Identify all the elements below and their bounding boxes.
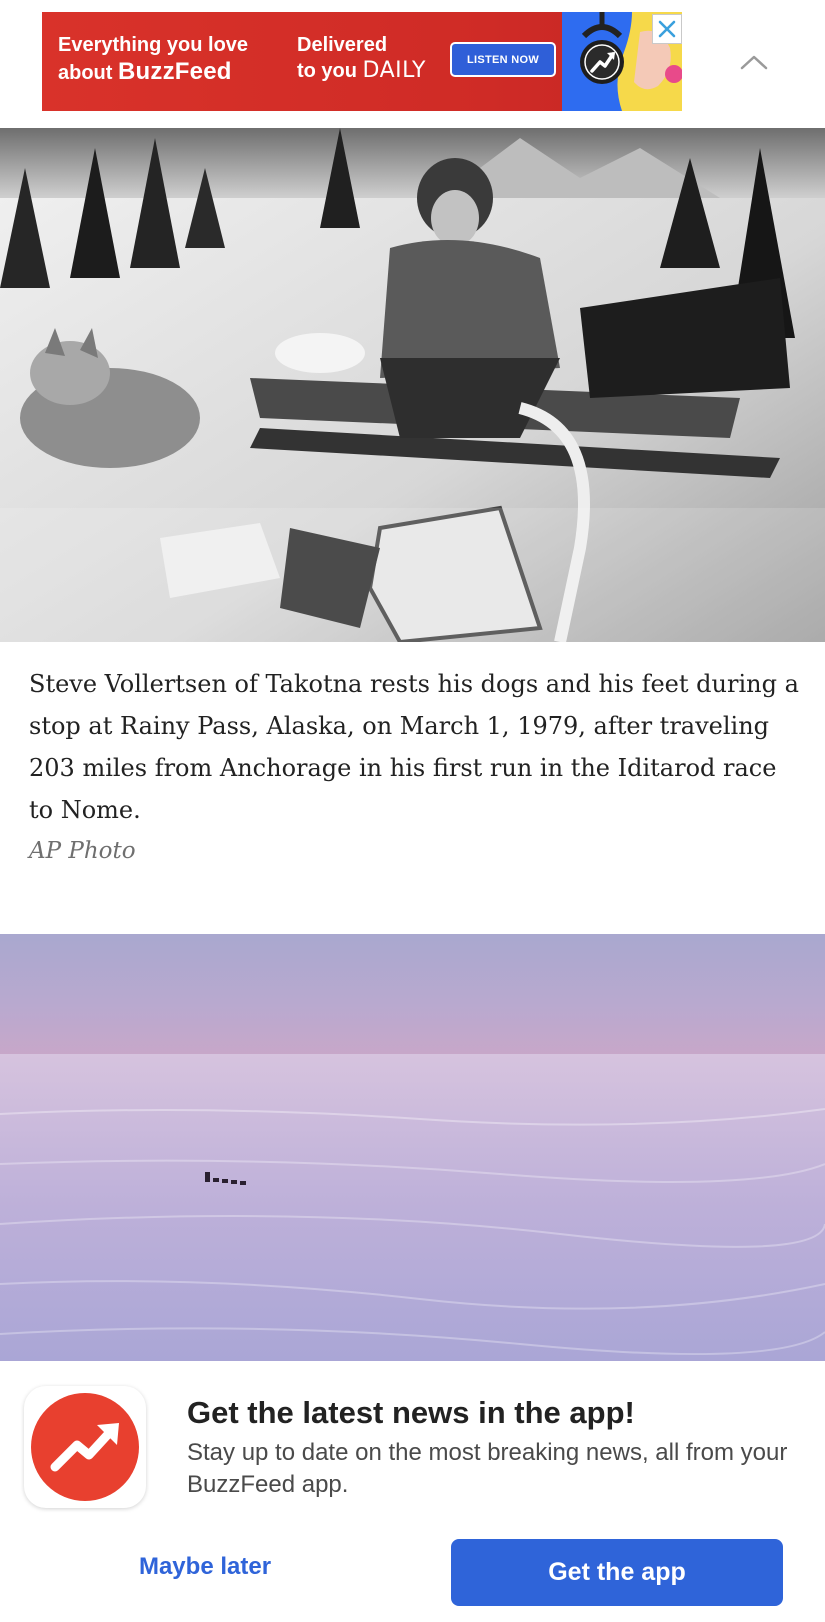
ad-bar: Everything you love about BuzzFeed Deliv… bbox=[0, 0, 825, 128]
article-photo-musher bbox=[0, 128, 825, 642]
promo-title: Get the latest news in the app! bbox=[187, 1395, 635, 1430]
ad-delivered-line2: to you DAILY bbox=[297, 58, 426, 84]
article-photo-frozen-plain bbox=[0, 934, 825, 1361]
maybe-later-button[interactable]: Maybe later bbox=[90, 1542, 320, 1592]
collapse-ad-button[interactable] bbox=[736, 44, 772, 80]
promo-subtitle: Stay up to date on the most breaking new… bbox=[187, 1439, 788, 1498]
photo-credit: AP Photo bbox=[29, 838, 136, 864]
ad-delivered-line1: Delivered bbox=[297, 34, 388, 56]
close-icon bbox=[658, 20, 676, 38]
ad-delivered: Delivered to you DAILY bbox=[297, 34, 426, 84]
app-icon bbox=[24, 1386, 146, 1508]
get-the-app-button[interactable]: Get the app bbox=[451, 1539, 783, 1606]
ad-brand: BuzzFeed bbox=[118, 57, 232, 85]
ad-tagline-line1: Everything you love bbox=[58, 34, 249, 56]
ad-close-button[interactable] bbox=[652, 14, 682, 44]
ad-tagline-line2: about BuzzFeed bbox=[58, 58, 248, 86]
ad-banner[interactable]: Everything you love about BuzzFeed Deliv… bbox=[42, 12, 682, 111]
photo-caption: Steve Vollertsen of Takotna rests his do… bbox=[29, 670, 799, 824]
ad-tagline: Everything you love about BuzzFeed bbox=[58, 34, 248, 86]
chevron-up-icon bbox=[740, 55, 768, 70]
ad-tagline-about: about bbox=[58, 61, 118, 84]
listen-now-button[interactable]: LISTEN NOW bbox=[450, 42, 556, 77]
buzzfeed-trending-arrow-icon bbox=[31, 1393, 139, 1501]
ad-delivered-to-you: to you bbox=[297, 59, 363, 82]
app-promo-sheet: Get the latest news in the app! Stay up … bbox=[0, 1361, 825, 1622]
ad-daily: DAILY bbox=[362, 57, 426, 83]
